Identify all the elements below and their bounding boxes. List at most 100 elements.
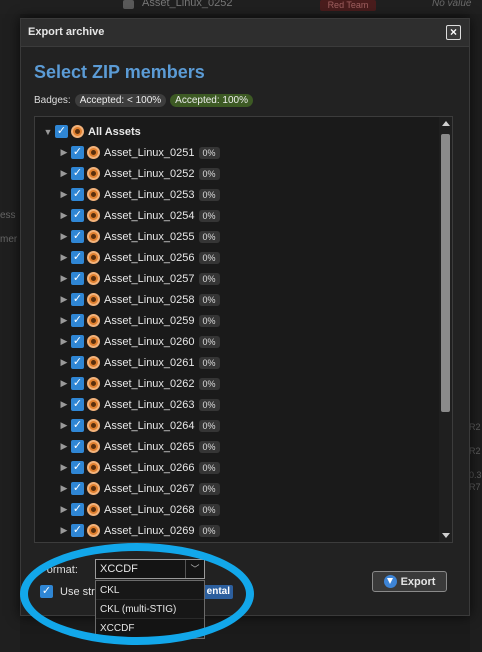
asset-label: Asset_Linux_0262 (104, 377, 195, 390)
scroll-down-icon[interactable] (442, 533, 450, 538)
accepted-percent-badge: 0% (198, 230, 220, 243)
asset-checkbox[interactable]: ✓ (71, 419, 84, 432)
scroll-up-icon[interactable] (442, 121, 450, 126)
asset-checkbox[interactable]: ✓ (71, 293, 84, 306)
expand-triangle-icon[interactable]: ▶ (59, 210, 69, 221)
accepted-percent-badge: 0% (198, 398, 220, 411)
asset-checkbox[interactable]: ✓ (71, 251, 84, 264)
asset-label: Asset_Linux_0252 (104, 167, 195, 180)
asset-label: Asset_Linux_0257 (104, 272, 195, 285)
asset-checkbox[interactable]: ✓ (71, 377, 84, 390)
badges-label: Badges: (34, 95, 71, 106)
tree-item-asset[interactable]: ▶ ✓ Asset_Linux_0264 0% (59, 415, 220, 436)
asset-checkbox[interactable]: ✓ (71, 209, 84, 222)
format-option-ckl-multi[interactable]: CKL (multi-STIG) (96, 600, 204, 619)
background-right-fragment: 0.3 (469, 470, 482, 480)
background-right-fragment: R2 (469, 422, 481, 432)
format-select[interactable]: XCCDF ﹀ (95, 559, 205, 579)
tree-item-asset[interactable]: ▶ ✓ Asset_Linux_0260 0% (59, 331, 220, 352)
asset-checkbox[interactable]: ✓ (71, 314, 84, 327)
tree-item-asset[interactable]: ▶ ✓ Asset_Linux_0259 0% (59, 310, 220, 331)
asset-checkbox[interactable]: ✓ (71, 482, 84, 495)
expand-triangle-icon[interactable]: ▶ (59, 357, 69, 368)
asset-label: Asset_Linux_0265 (104, 440, 195, 453)
expand-triangle-icon[interactable]: ▶ (59, 252, 69, 263)
export-button-label: Export (400, 575, 436, 588)
tree-item-asset[interactable]: ▶ ✓ Asset_Linux_0257 0% (59, 268, 220, 289)
tree-item-asset[interactable]: ▶ ✓ Asset_Linux_0256 0% (59, 247, 220, 268)
format-option-xccdf[interactable]: XCCDF (96, 619, 204, 638)
export-archive-dialog: Export archive × Select ZIP members Badg… (20, 18, 470, 639)
tree-item-asset[interactable]: ▶ ✓ Asset_Linux_0262 0% (59, 373, 220, 394)
expand-triangle-icon[interactable]: ▶ (59, 441, 69, 452)
accepted-percent-badge: 0% (198, 209, 220, 222)
tree-item-asset[interactable]: ▶ ✓ Asset_Linux_0252 0% (59, 163, 220, 184)
asset-icon (87, 188, 100, 201)
tree-item-asset[interactable]: ▶ ✓ Asset_Linux_0261 0% (59, 352, 220, 373)
tree-item-asset[interactable]: ▶ ✓ Asset_Linux_0263 0% (59, 394, 220, 415)
asset-checkbox[interactable]: ✓ (71, 146, 84, 159)
tree-item-asset[interactable]: ▶ ✓ Asset_Linux_0268 0% (59, 499, 220, 520)
expand-triangle-icon[interactable]: ▶ (59, 147, 69, 158)
use-option-checkbox[interactable]: ✓ (40, 585, 53, 598)
expand-triangle-icon[interactable]: ▶ (59, 168, 69, 179)
asset-checkbox[interactable]: ✓ (71, 503, 84, 516)
asset-checkbox[interactable]: ✓ (71, 335, 84, 348)
tree-item-asset[interactable]: ▶ ✓ Asset_Linux_0251 0% (59, 142, 220, 163)
asset-checkbox[interactable]: ✓ (71, 272, 84, 285)
tree-item-asset[interactable]: ▶ ✓ Asset_Linux_0255 0% (59, 226, 220, 247)
export-button[interactable]: Export (372, 571, 447, 592)
expand-triangle-icon[interactable]: ▶ (59, 399, 69, 410)
expand-triangle-icon[interactable]: ▶ (59, 462, 69, 473)
asset-checkbox[interactable]: ✓ (71, 356, 84, 369)
asset-icon (87, 167, 100, 180)
asset-checkbox[interactable]: ✓ (71, 440, 84, 453)
checkbox-all-assets[interactable]: ✓ (55, 125, 68, 138)
expand-triangle-icon[interactable]: ▶ (59, 315, 69, 326)
expand-triangle-icon[interactable]: ▶ (59, 273, 69, 284)
expand-triangle-icon[interactable]: ▶ (59, 336, 69, 347)
asset-checkbox[interactable]: ✓ (71, 398, 84, 411)
asset-label: Asset_Linux_0251 (104, 146, 195, 159)
expand-triangle-icon[interactable]: ▶ (59, 189, 69, 200)
asset-checkbox[interactable]: ✓ (71, 188, 84, 201)
badge-accepted-partial: Accepted: < 100% (74, 94, 167, 107)
asset-tree: ▼ ✓ All Assets ▶ ✓ Asset_Linux_0251 0% ▶ ✓ Ass… (34, 116, 453, 543)
format-selected-value: XCCDF (100, 563, 138, 575)
chevron-down-icon[interactable]: ﹀ (185, 560, 204, 578)
close-button[interactable]: × (446, 25, 461, 40)
tree-item-asset[interactable]: ▶ ✓ Asset_Linux_0269 0% (59, 520, 220, 541)
background-team-badge: Red Team (320, 0, 376, 11)
expand-triangle-icon[interactable]: ▶ (59, 378, 69, 389)
background-top-row (0, 0, 482, 14)
tree-item-asset[interactable]: ▶ ✓ Asset_Linux_0254 0% (59, 205, 220, 226)
expand-triangle-icon[interactable]: ▶ (59, 420, 69, 431)
tree-scrollbar[interactable] (439, 117, 452, 542)
scroll-thumb[interactable] (441, 134, 450, 412)
use-stig-option[interactable]: ✓ Use str (40, 585, 95, 598)
collapse-triangle-icon[interactable]: ▼ (43, 127, 53, 137)
asset-checkbox[interactable]: ✓ (71, 230, 84, 243)
asset-label: Asset_Linux_0260 (104, 335, 195, 348)
expand-triangle-icon[interactable]: ▶ (59, 525, 69, 536)
format-option-ckl[interactable]: CKL (96, 581, 204, 600)
expand-triangle-icon[interactable]: ▶ (59, 504, 69, 515)
asset-icon (87, 251, 100, 264)
asset-checkbox[interactable]: ✓ (71, 461, 84, 474)
asset-icon (87, 482, 100, 495)
asset-label: Asset_Linux_0266 (104, 461, 195, 474)
page-title: Select ZIP members (34, 62, 205, 82)
tree-item-asset[interactable]: ▶ ✓ Asset_Linux_0265 0% (59, 436, 220, 457)
tree-root-label: All Assets (88, 125, 141, 138)
asset-icon (87, 146, 100, 159)
tree-item-asset[interactable]: ▶ ✓ Asset_Linux_0253 0% (59, 184, 220, 205)
expand-triangle-icon[interactable]: ▶ (59, 483, 69, 494)
tree-item-asset[interactable]: ▶ ✓ Asset_Linux_0267 0% (59, 478, 220, 499)
asset-checkbox[interactable]: ✓ (71, 167, 84, 180)
tree-root[interactable]: ▼ ✓ All Assets (43, 121, 141, 142)
tree-item-asset[interactable]: ▶ ✓ Asset_Linux_0266 0% (59, 457, 220, 478)
tree-item-asset[interactable]: ▶ ✓ Asset_Linux_0258 0% (59, 289, 220, 310)
asset-checkbox[interactable]: ✓ (71, 524, 84, 537)
expand-triangle-icon[interactable]: ▶ (59, 294, 69, 305)
expand-triangle-icon[interactable]: ▶ (59, 231, 69, 242)
